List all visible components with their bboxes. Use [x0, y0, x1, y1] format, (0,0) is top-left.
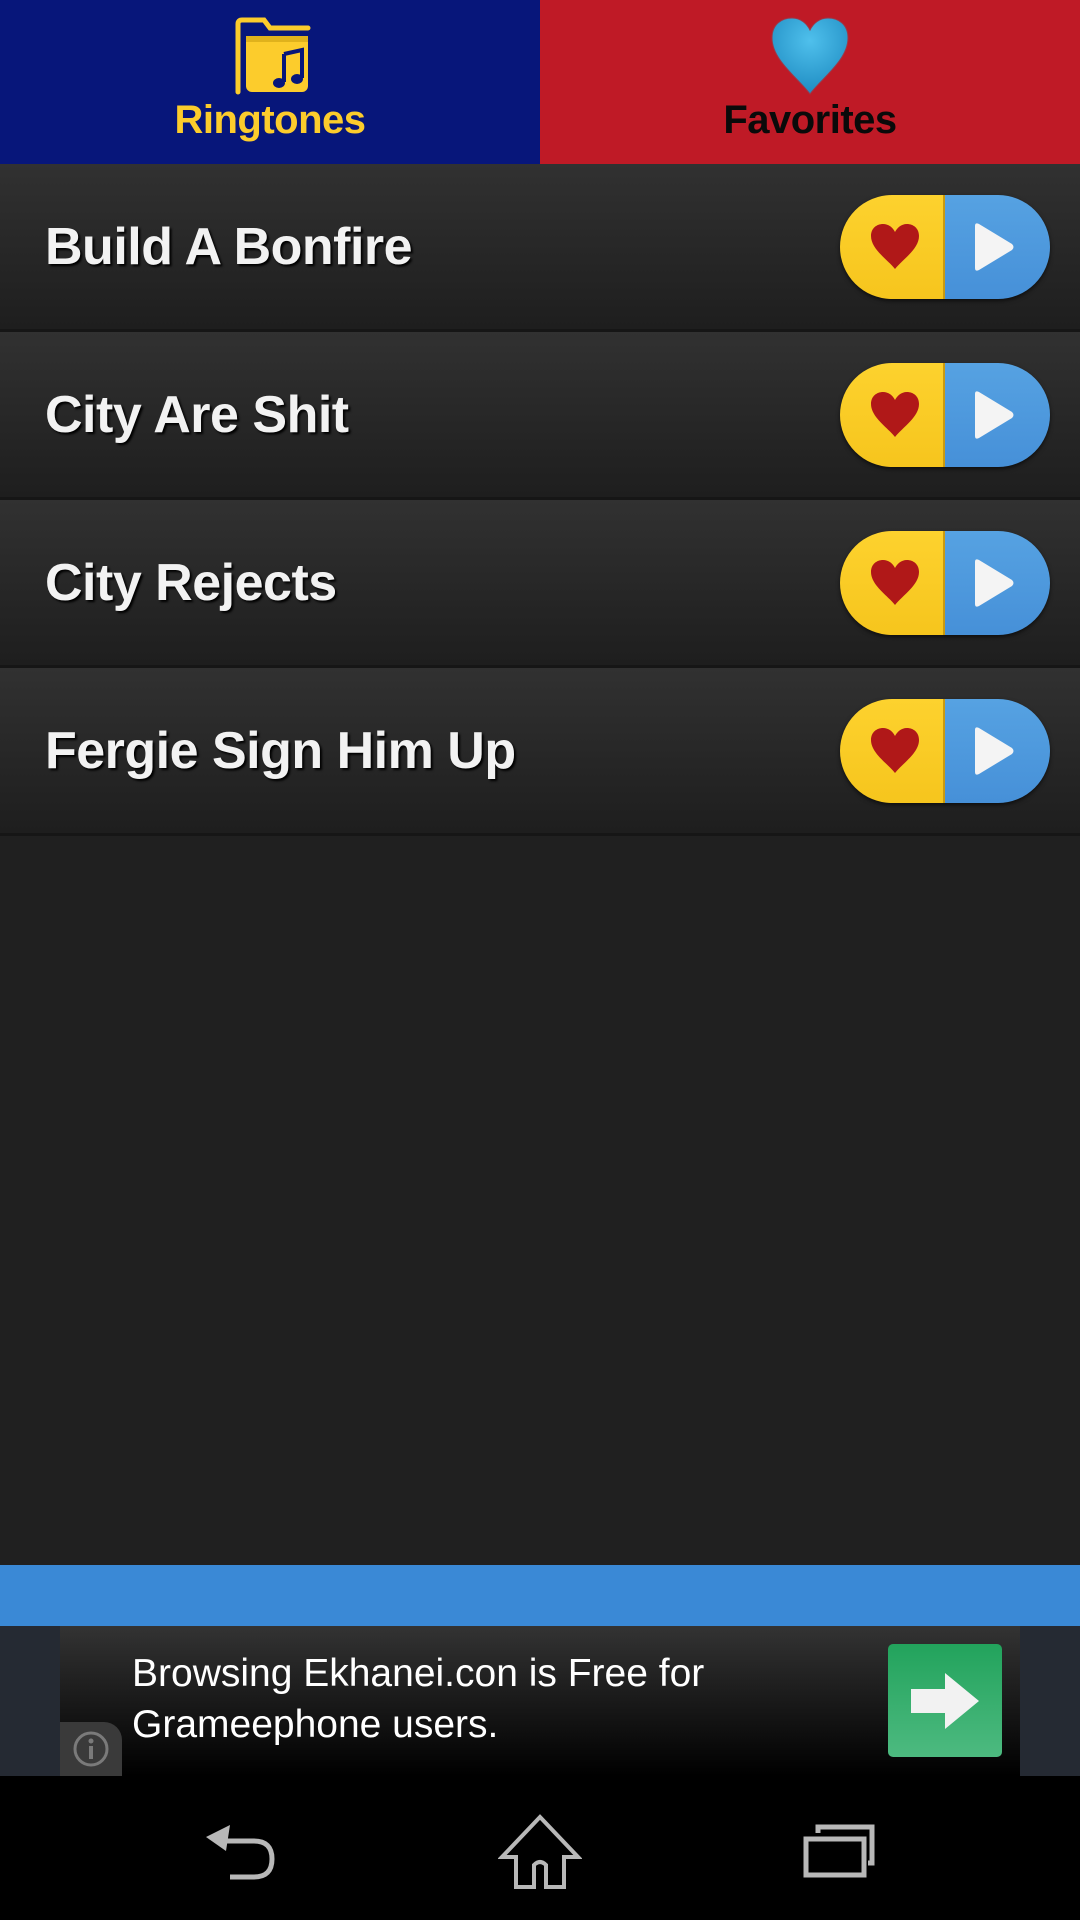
- play-button[interactable]: [945, 195, 1050, 299]
- music-folder-icon: [235, 17, 311, 95]
- favorite-button[interactable]: [840, 699, 945, 803]
- nav-back-button[interactable]: [180, 1806, 300, 1896]
- list-item[interactable]: City Rejects: [0, 500, 1080, 668]
- ringtone-actions: [840, 363, 1050, 467]
- play-icon: [974, 223, 1013, 271]
- ringtone-actions: [840, 195, 1050, 299]
- recent-apps-icon: [803, 1824, 875, 1878]
- heart-icon: [870, 224, 919, 269]
- play-button[interactable]: [945, 531, 1050, 635]
- system-nav-bar: [0, 1776, 1080, 1920]
- tab-favorites-label: Favorites: [723, 98, 897, 142]
- ringtone-title: Build A Bonfire: [45, 217, 413, 276]
- blue-heart-icon: [771, 17, 849, 95]
- play-icon: [974, 391, 1013, 439]
- play-icon: [974, 559, 1013, 607]
- play-button[interactable]: [945, 699, 1050, 803]
- ad-top-bar: [0, 1565, 1080, 1626]
- list-item[interactable]: Fergie Sign Him Up: [0, 668, 1080, 836]
- ad-text: Browsing Ekhanei.con is Free for Grameep…: [132, 1652, 705, 1746]
- back-icon: [206, 1825, 275, 1880]
- ad-banner[interactable]: Browsing Ekhanei.con is Free for Grameep…: [60, 1626, 1020, 1776]
- favorite-button[interactable]: [840, 531, 945, 635]
- heart-icon: [870, 728, 919, 773]
- tab-ringtones[interactable]: Ringtones: [0, 0, 540, 164]
- tab-favorites[interactable]: Favorites: [540, 0, 1080, 164]
- ringtone-list: Build A Bonfire City Are Shit City Rejec…: [0, 164, 1080, 836]
- ringtone-title: City Rejects: [45, 553, 337, 612]
- heart-icon: [870, 392, 919, 437]
- arrow-right-icon: [911, 1672, 979, 1729]
- home-icon: [498, 1814, 582, 1889]
- nav-home-button[interactable]: [480, 1806, 600, 1896]
- tab-ringtones-label: Ringtones: [174, 98, 366, 142]
- ringtone-title: City Are Shit: [45, 385, 349, 444]
- heart-icon: [870, 560, 919, 605]
- ringtone-actions: [840, 699, 1050, 803]
- ringtone-title: Fergie Sign Him Up: [45, 721, 516, 780]
- ringtone-actions: [840, 531, 1050, 635]
- favorite-button[interactable]: [840, 195, 945, 299]
- list-item[interactable]: City Are Shit: [0, 332, 1080, 500]
- ad-banner-container: Browsing Ekhanei.con is Free for Grameep…: [0, 1626, 1080, 1776]
- nav-recents-button[interactable]: [780, 1806, 900, 1896]
- ad-info-button[interactable]: [60, 1722, 122, 1776]
- info-icon: [73, 1731, 109, 1767]
- ad-go-button[interactable]: [888, 1644, 1002, 1757]
- list-item[interactable]: Build A Bonfire: [0, 164, 1080, 332]
- play-icon: [974, 727, 1013, 775]
- favorite-button[interactable]: [840, 363, 945, 467]
- top-tab-bar: Ringtones Favorites: [0, 0, 1080, 164]
- play-button[interactable]: [945, 363, 1050, 467]
